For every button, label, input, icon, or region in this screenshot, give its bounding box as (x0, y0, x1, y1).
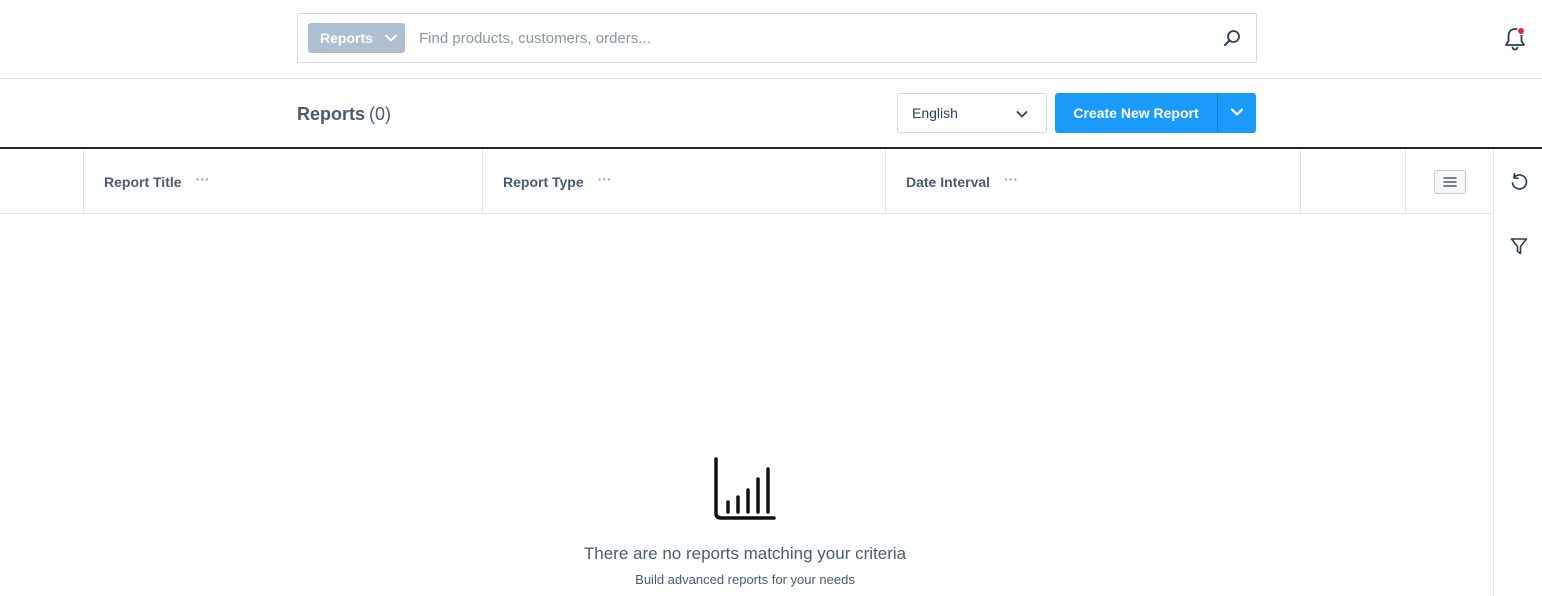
search-scope-label: Reports (320, 30, 373, 46)
column-label: Date Interval (906, 174, 991, 190)
create-new-report-button[interactable]: Create New Report (1055, 93, 1217, 133)
create-options-dropdown-button[interactable] (1217, 93, 1256, 133)
bar-chart-icon (712, 457, 778, 521)
right-tool-rail (1493, 150, 1542, 596)
global-search: Reports (297, 13, 1257, 63)
search-scope-dropdown[interactable]: Reports (308, 23, 405, 53)
top-bar: Reports (0, 0, 1542, 79)
language-select[interactable]: English (897, 93, 1047, 133)
report-count: (0) (369, 104, 392, 124)
column-options-icon[interactable]: ··· (196, 171, 210, 187)
chevron-down-icon (1014, 106, 1030, 122)
create-new-report-label: Create New Report (1073, 105, 1199, 121)
chevron-down-icon (1230, 104, 1244, 122)
columns-menu-icon[interactable] (1434, 170, 1466, 194)
page-title-text: Reports (297, 104, 366, 124)
notification-dot (1517, 27, 1525, 35)
column-header-blank (1300, 150, 1406, 214)
empty-state-subtitle: Build advanced reports for your needs (635, 572, 855, 587)
language-value: English (912, 105, 958, 121)
column-label: Report Type (503, 174, 584, 190)
column-header-date-interval[interactable]: Date Interval ··· (885, 150, 1301, 214)
column-options-icon[interactable]: ··· (598, 171, 612, 187)
table-header: Report Title ··· Report Type ··· Date In… (0, 150, 1494, 214)
chevron-down-icon (383, 30, 399, 46)
reset-icon[interactable] (1494, 160, 1542, 204)
search-icon[interactable] (1222, 28, 1242, 48)
column-options-icon[interactable]: ··· (1004, 171, 1018, 187)
page-header: Reports (0) English Create New Report (0, 79, 1542, 149)
empty-state-title: There are no reports matching your crite… (583, 544, 907, 563)
column-header-report-title[interactable]: Report Title ··· (83, 150, 483, 214)
page-title: Reports (0) (297, 104, 391, 125)
filter-icon[interactable] (1494, 224, 1542, 268)
search-input[interactable] (419, 23, 1209, 53)
column-settings-cell (1405, 150, 1494, 214)
column-label: Report Title (104, 174, 182, 190)
column-header-report-type[interactable]: Report Type ··· (482, 150, 886, 214)
